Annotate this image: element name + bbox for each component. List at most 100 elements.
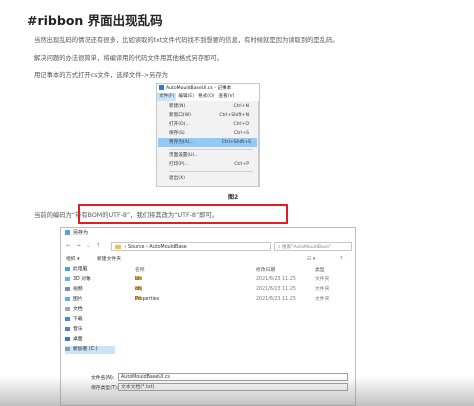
sidebar-item-label: 图片 — [73, 297, 83, 302]
dialog-title: 另存为 — [73, 230, 89, 236]
menu-item-save[interactable]: 保存(S) Ctrl+S — [169, 129, 255, 138]
sidebar-item-pictures[interactable]: 图片 — [65, 296, 83, 304]
menu-item-print[interactable]: 打印(P)... Ctrl+P — [169, 160, 255, 169]
breadcrumb-automouldbase[interactable]: AutoMouldBase — [149, 245, 186, 250]
paragraph-1: 当然出现乱码的情况还有很多，比如读取的txt文件代码找不到想要的信息，有时候就是… — [34, 37, 339, 44]
chevron-down-icon[interactable]: ⌄ — [86, 243, 91, 249]
file-row[interactable]: obj 2021/6/23 11:25 文件夹 — [121, 286, 351, 294]
file-date: 2021/6/23 11:25 — [256, 297, 296, 302]
menu-item-new-window[interactable]: 新窗口(W) Ctrl+Shift+N — [169, 111, 255, 120]
up-arrow-icon[interactable]: ↑ — [96, 243, 101, 249]
sidebar-item-label: 下载 — [73, 317, 83, 322]
address-bar[interactable]: › Source › AutoMouldBase — [111, 242, 271, 251]
sidebar-item-label: 视频 — [73, 287, 83, 292]
notepad-title: AutoMouldBaseUI.cs - 记事本 — [166, 86, 232, 91]
file-menu-dropdown: 新建(N) Ctrl+N 新窗口(W) Ctrl+Shift+N 打开(O)... C… — [157, 101, 259, 186]
menu-item-label: 新窗口(W) — [169, 113, 191, 118]
menu-item-save-as[interactable]: 另存为(A)... Ctrl+Shift+S — [158, 138, 257, 147]
menu-item-open[interactable]: 打开(O)... Ctrl+O — [169, 120, 255, 129]
menu-file[interactable]: 文件(F) — [157, 93, 177, 101]
column-header-name[interactable]: 名称 — [135, 266, 145, 273]
menu-edit[interactable]: 编辑(E) — [176, 93, 196, 101]
file-name: obj — [135, 287, 143, 292]
sidebar-item-label: 此电脑 — [73, 267, 88, 272]
folder-icon — [115, 244, 121, 249]
sidebar-item-music[interactable]: 音乐 — [65, 326, 83, 334]
search-input[interactable]: ⌕ 搜索"AutoMouldBase" — [274, 242, 352, 251]
file-date: 2021/6/23 11:25 — [256, 277, 296, 282]
menu-item-label: 打开(O)... — [169, 122, 190, 127]
menu-item-exit[interactable]: 退出(X) — [169, 174, 255, 183]
file-name: Properties — [135, 297, 160, 302]
menu-view[interactable]: 查看(V) — [217, 93, 237, 101]
notepad-menubar: 文件(F) 编辑(E) 格式(O) 查看(V) — [157, 93, 259, 101]
file-row[interactable]: bin 2021/6/23 11:25 文件夹 — [121, 276, 351, 284]
sidebar-item-3d-objects[interactable]: 3D 对象 — [65, 276, 91, 284]
dialog-toolbar: 组织 ▾ 新建文件夹 ☷ ▾ ? — [61, 254, 355, 265]
notepad-screenshot: AutoMouldBaseUI.cs - 记事本 文件(F) 编辑(E) 格式(O)… — [156, 83, 260, 187]
video-icon — [65, 286, 70, 291]
back-arrow-icon[interactable]: ← — [66, 243, 71, 249]
figure-caption: 图2 — [228, 194, 239, 201]
menu-item-new[interactable]: 新建(N) Ctrl+N — [169, 102, 255, 111]
document-icon — [65, 306, 70, 311]
file-name: bin — [135, 277, 143, 282]
file-row[interactable]: Properties 2021/6/23 11:25 文件夹 — [121, 296, 351, 304]
sidebar-item-desktop[interactable]: 桌面 — [65, 336, 83, 344]
menu-item-shortcut: Ctrl+Shift+N — [219, 113, 249, 118]
file-type: 文件夹 — [315, 287, 330, 292]
help-icon[interactable]: ? — [340, 254, 343, 265]
column-header-date[interactable]: 修改日期 — [256, 266, 275, 273]
file-date: 2021/6/23 11:25 — [256, 287, 296, 292]
bottom-fade-overlay — [0, 376, 474, 406]
dialog-icon — [65, 230, 70, 235]
music-icon — [65, 326, 70, 331]
file-type: 文件夹 — [315, 297, 330, 302]
menu-item-label: 另存为(A)... — [169, 140, 194, 145]
sidebar-item-downloads[interactable]: 下载 — [65, 316, 83, 324]
menu-item-page-setup[interactable]: 页面设置(U)... — [169, 151, 255, 160]
dialog-title-bar: 另存为 — [61, 228, 355, 239]
sidebar-item-drive-c[interactable]: 新加卷 (C:) — [65, 346, 115, 354]
sidebar-item-label: 3D 对象 — [73, 277, 91, 282]
sidebar-item-label: 桌面 — [73, 337, 83, 342]
menu-item-shortcut: Ctrl+S — [234, 131, 249, 136]
sidebar-item-documents[interactable]: 文档 — [65, 306, 83, 314]
sidebar-item-label: 音乐 — [73, 327, 83, 332]
picture-icon — [65, 296, 70, 301]
menu-item-label: 页面设置(U)... — [169, 153, 199, 158]
view-options-icon[interactable]: ☷ ▾ — [307, 254, 315, 265]
article-title: #ribbon 界面出现乱码 — [27, 13, 163, 28]
desktop-icon — [65, 336, 70, 341]
menu-item-label: 保存(S) — [169, 131, 185, 136]
menu-item-label: 退出(X) — [169, 176, 185, 181]
menu-item-shortcut: Ctrl+N — [233, 104, 249, 109]
column-header-type[interactable]: 类型 — [315, 266, 325, 273]
address-row: ← → ⌄ ↑ › Source › AutoMouldBase ⌕ 搜索"Au… — [61, 240, 355, 253]
sidebar-item-this-pc[interactable]: 此电脑 — [65, 266, 87, 274]
drive-icon — [65, 346, 70, 351]
menu-separator — [169, 171, 253, 172]
breadcrumb-source[interactable]: Source — [128, 245, 144, 250]
sidebar-item-label: 新加卷 (C:) — [73, 347, 98, 352]
file-type: 文件夹 — [315, 277, 330, 282]
search-placeholder: 搜索"AutoMouldBase" — [282, 245, 332, 250]
menu-format[interactable]: 格式(O) — [196, 93, 216, 101]
forward-arrow-icon[interactable]: → — [76, 243, 81, 249]
menu-separator — [169, 149, 253, 150]
computer-icon — [65, 266, 70, 271]
highlight-box — [78, 204, 288, 224]
paragraph-3: 用记事本的方式打开cs文件，选择文件->另存为 — [34, 72, 168, 79]
menu-item-shortcut: Ctrl+Shift+S — [221, 140, 251, 145]
sidebar-item-videos[interactable]: 视频 — [65, 286, 83, 294]
organize-button[interactable]: 组织 ▾ — [66, 254, 80, 265]
notepad-icon — [159, 85, 164, 90]
menu-item-label: 新建(N) — [169, 104, 186, 109]
new-folder-button[interactable]: 新建文件夹 — [97, 254, 121, 265]
menu-item-shortcut: Ctrl+O — [233, 122, 249, 127]
menu-item-label: 打印(P)... — [169, 162, 189, 167]
menu-item-shortcut: Ctrl+P — [234, 162, 249, 167]
notepad-title-bar: AutoMouldBaseUI.cs - 记事本 — [157, 84, 259, 93]
file-list: 名称 修改日期 类型 bin 2021/6/23 11:25 文件夹 obj 2… — [121, 266, 351, 370]
cube-icon — [65, 276, 70, 281]
